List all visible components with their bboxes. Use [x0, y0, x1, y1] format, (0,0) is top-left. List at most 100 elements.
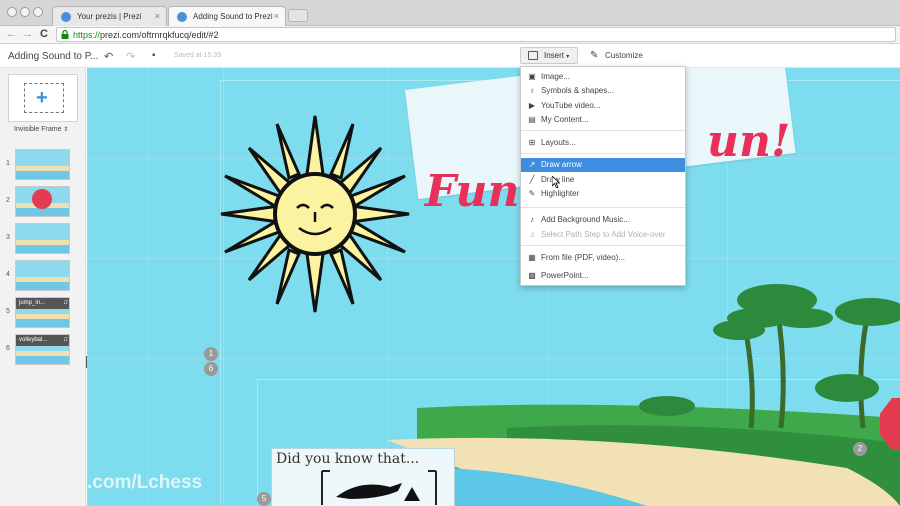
menu-item-background-music[interactable]: ♪ Add Background Music... [521, 213, 685, 227]
tab-title: Adding Sound to Prezi [193, 12, 273, 21]
menu-item-highlighter[interactable]: ✎ Highlighter [521, 187, 685, 201]
insert-button[interactable]: Insert ▾ [520, 47, 578, 64]
menu-item-label: PowerPoint... [541, 271, 589, 280]
did-you-know-text: Did you know that... [276, 451, 420, 467]
menu-item-draw-line[interactable]: ╱ Draw line [521, 173, 685, 187]
slide-item-6[interactable]: 6 volleybal... ♫ [0, 334, 86, 366]
menu-item-label: Draw arrow [541, 160, 582, 169]
browser-toolbar: ← → C https://prezi.com/oftrnrqkfucq/edi… [0, 26, 900, 44]
slide-item-5[interactable]: 5 jump_in... ♫ [0, 297, 86, 329]
menu-item-draw-arrow[interactable]: ↗ Draw arrow [521, 158, 685, 172]
slide-item-2[interactable]: 2 [0, 186, 86, 218]
frame-type-label: Invisible Frame [14, 126, 62, 133]
tab-your-prezis[interactable]: Your prezis | Prezi × [52, 6, 167, 26]
tab-adding-sound[interactable]: Adding Sound to Prezi × [168, 6, 286, 26]
audio-filename: volleybal... [19, 337, 48, 343]
slide-thumbnail [15, 260, 70, 291]
image-icon: ▣ [528, 72, 536, 81]
arrow-icon: ↗ [528, 160, 536, 169]
menu-item-youtube[interactable]: ▶ YouTube video... [521, 99, 685, 113]
did-you-know-frame[interactable]: Did you know that... [271, 448, 455, 506]
customize-button[interactable]: ✎ Customize [590, 50, 643, 61]
maximize-window-button[interactable] [33, 7, 43, 17]
stop-sign-thumb [32, 189, 52, 209]
menu-item-layouts[interactable]: ⊞ Layouts... [521, 136, 685, 150]
slides-sidebar: + Invisible Frame ⇕ 1 2 3 4 5 jump_in...… [0, 68, 86, 506]
menu-divider [521, 245, 685, 246]
presentation-title[interactable]: Adding Sound to P... [8, 51, 98, 62]
reload-button[interactable]: C [40, 28, 48, 40]
menu-divider [521, 207, 685, 208]
menu-item-label: Select Path Step to Add Voice-over [541, 230, 666, 239]
new-tab-button[interactable] [288, 9, 308, 22]
slide-number: 5 [6, 308, 10, 315]
watermark-text: .com/Lchess [87, 472, 203, 493]
url-scheme: https:// [73, 30, 101, 40]
bulb-icon: ♁ [529, 86, 535, 95]
path-step-badge[interactable]: 5 [257, 492, 271, 506]
slide-number: 1 [6, 160, 10, 167]
address-bar[interactable]: https://prezi.com/oftrnrqkfucq/edit/#2 [56, 27, 896, 42]
beach-scenery-image [367, 284, 900, 506]
close-tab-icon[interactable]: × [155, 11, 160, 21]
prezi-canvas[interactable]: Fun un! 1 6 5 2 Did you know that... .co… [87, 68, 900, 506]
menu-item-image[interactable]: ▣ Image... [521, 70, 685, 84]
path-step-badge[interactable]: 1 [204, 347, 218, 361]
slide-item-1[interactable]: 1 [0, 149, 86, 181]
path-step-badge[interactable]: 2 [853, 442, 867, 456]
menu-item-symbols-shapes[interactable]: ♁ Symbols & shapes... [521, 84, 685, 98]
save-icon[interactable]: ▪ [152, 50, 156, 61]
tab-title: Your prezis | Prezi [77, 12, 142, 21]
back-button[interactable]: ← [6, 28, 17, 40]
music-note-icon: ♫ [62, 336, 68, 343]
insert-icon [528, 51, 538, 60]
brush-icon: ✎ [590, 50, 599, 61]
slide-item-4[interactable]: 4 [0, 260, 86, 292]
audio-filename: jump_in... [19, 300, 46, 306]
close-tab-icon[interactable]: × [274, 11, 279, 21]
layouts-icon: ⊞ [528, 138, 536, 147]
slide-number: 2 [6, 197, 10, 204]
slide-thumbnail [15, 149, 70, 180]
highlighter-icon: ✎ [528, 189, 536, 198]
add-frame-button[interactable]: + [8, 74, 78, 122]
forward-button[interactable]: → [22, 28, 33, 40]
menu-item-my-content[interactable]: ▤ My Content... [521, 113, 685, 127]
redo-icon[interactable]: ↷ [126, 50, 135, 63]
menu-divider [521, 153, 685, 154]
url-path: prezi.com/oftrnrqkfucq/edit/#2 [100, 30, 219, 40]
menu-item-powerpoint[interactable]: ▩ PowerPoint... [521, 269, 685, 283]
menu-item-label: From file (PDF, video)... [541, 253, 626, 262]
prezi-favicon-icon [177, 12, 187, 22]
music-icon: ♪ [530, 215, 534, 224]
menu-item-label: My Content... [541, 115, 589, 124]
path-step-badge[interactable]: 6 [204, 362, 218, 376]
menu-item-label: Image... [541, 72, 570, 81]
slide-thumbnail [15, 186, 70, 217]
slide-audio-header: jump_in... ♫ [16, 298, 69, 309]
insert-dropdown-menu: ▣ Image... ♁ Symbols & shapes... ▶ YouTu… [520, 66, 686, 286]
youtube-icon: ▶ [528, 101, 536, 110]
prezi-header: Adding Sound to P... ↶ ↷ ▪ Saved at 15:3… [0, 44, 900, 68]
saved-status: Saved at 15:39 [174, 52, 222, 59]
slide-item-3[interactable]: 3 [0, 223, 86, 255]
note-icon: ♫ [529, 230, 535, 239]
prezi-favicon-icon [61, 12, 71, 22]
minimize-window-button[interactable] [20, 7, 30, 17]
menu-item-from-file[interactable]: ▦ From file (PDF, video)... [521, 251, 685, 265]
dolphin-image [321, 470, 437, 505]
slide-thumbnail: volleybal... ♫ [15, 334, 70, 365]
undo-icon[interactable]: ↶ [104, 50, 113, 63]
file-icon: ▦ [528, 253, 536, 262]
menu-item-voice-over: ♫ Select Path Step to Add Voice-over [521, 228, 685, 242]
powerpoint-icon: ▩ [528, 271, 536, 280]
close-window-button[interactable] [7, 7, 17, 17]
music-note-icon: ♫ [62, 299, 68, 306]
updown-caret-icon: ⇕ [63, 127, 69, 133]
slide-thumbnail [15, 223, 70, 254]
browser-tab-bar: Your prezis | Prezi × Adding Sound to Pr… [0, 0, 900, 26]
lock-icon [61, 30, 69, 39]
slide-number: 3 [6, 234, 10, 241]
menu-divider [521, 130, 685, 131]
frame-type-selector[interactable]: Invisible Frame ⇕ [14, 126, 68, 133]
